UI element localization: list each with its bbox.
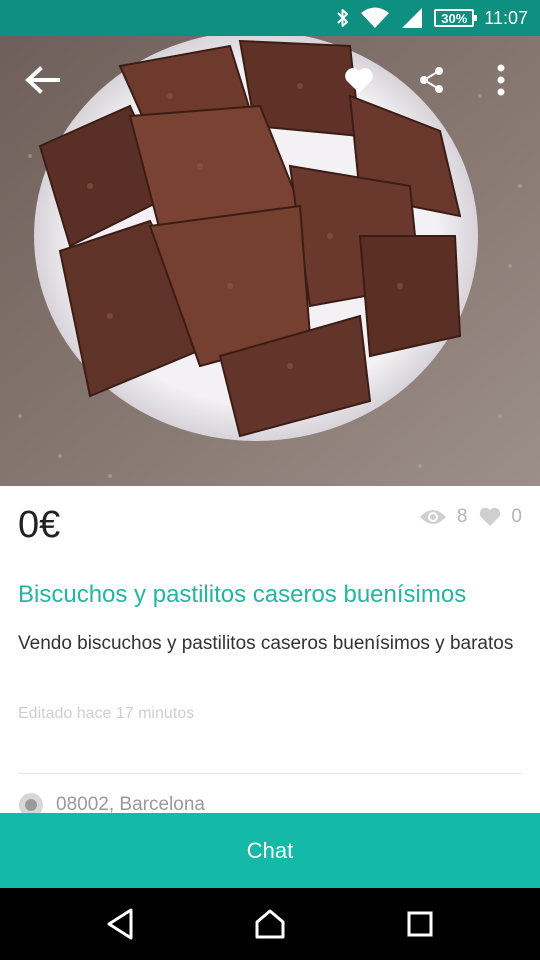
share-button[interactable] [410,58,454,102]
status-bar: 30% 11:07 [0,0,540,36]
signal-icon [402,8,423,28]
more-options-button[interactable] [479,58,523,102]
location-text: 08002, Barcelona [56,794,205,813]
likes-count: 0 [511,506,522,527]
views-stat: 8 [419,506,468,528]
system-nav-bar [0,888,540,960]
back-arrow-icon [25,66,60,94]
divider [18,773,522,774]
battery-icon: 30% [434,9,478,27]
listing-description: Vendo biscuchos y pastilitos caseros bue… [18,633,514,654]
edited-timestamp: Editado hace 17 minutos [18,705,195,722]
views-count: 8 [456,506,468,527]
wifi-icon [361,7,390,28]
price: 0€ [18,504,61,546]
toolbar [0,36,540,120]
recents-square-icon [407,911,433,937]
listing-details: 0€ 8 0 Biscuchos y pastilitos caseros bu… [0,486,540,813]
nav-home-button[interactable] [240,904,300,944]
status-icons: 30% 11:07 [336,0,528,36]
back-triangle-icon [107,908,133,940]
battery-level: 30% [441,10,468,26]
location-row[interactable]: 08002, Barcelona [18,792,205,813]
bluetooth-icon [337,9,349,27]
chat-button[interactable]: Chat [0,813,540,888]
favorite-button[interactable] [337,58,381,102]
eye-icon [419,510,446,524]
nav-recents-button[interactable] [390,904,450,944]
listing-stats: 8 0 [419,506,522,528]
nav-back-button[interactable] [90,904,150,944]
status-time: 11:07 [484,7,528,28]
heart-outline-icon [480,507,501,526]
share-icon [420,67,443,93]
likes-stat: 0 [479,506,522,528]
back-button[interactable] [20,58,64,102]
heart-icon [345,68,373,93]
listing-title: Biscuchos y pastilitos caseros buenísimo… [18,581,467,608]
location-pin-icon [19,793,43,813]
more-vert-icon [497,64,505,96]
home-icon [255,909,285,939]
